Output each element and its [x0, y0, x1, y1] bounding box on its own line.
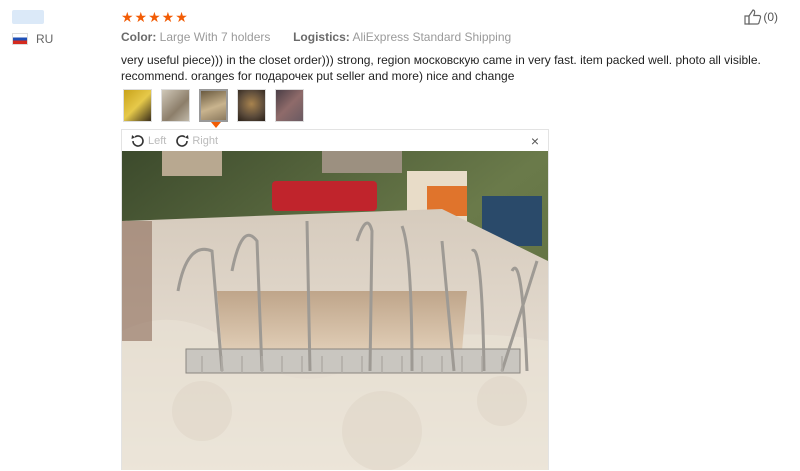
rotate-right-button[interactable]: Right [174, 133, 218, 149]
rotate-left-label: Left [148, 134, 167, 147]
review-text: very useful piece))) in the closet order… [121, 53, 761, 83]
color-value: Large With 7 holders [159, 30, 271, 44]
photo-thumbnails [123, 89, 304, 128]
logistics-value: AliExpress Standard Shipping [352, 30, 512, 44]
russia-flag-icon [12, 33, 28, 45]
photo-thumbnail[interactable] [123, 89, 152, 122]
order-info: Color: Large With 7 holders Logistics: A… [121, 30, 791, 44]
logistics-label: Logistics: [293, 30, 350, 44]
review-photo [122, 151, 548, 470]
photo-viewer: Left Right × [121, 129, 549, 470]
photo-thumbnail-selected[interactable] [199, 89, 228, 128]
reviewer-name-placeholder [12, 10, 44, 24]
color-label: Color: [121, 30, 157, 44]
reviewer-info: RU [12, 10, 102, 46]
photo-thumbnail[interactable] [161, 89, 190, 122]
rotate-right-label: Right [192, 134, 219, 147]
rotate-right-icon [176, 134, 189, 147]
photo-thumbnail[interactable] [237, 89, 266, 122]
country-code: RU [36, 32, 54, 46]
viewer-toolbar: Left Right [122, 130, 548, 151]
helpful-count: (0) [763, 10, 778, 24]
reviewer-country: RU [12, 32, 102, 46]
close-button[interactable]: × [531, 133, 539, 149]
star-rating: ★★★★★ [121, 9, 189, 25]
rotate-left-button[interactable]: Left [130, 133, 166, 149]
review-body: ★★★★★ Color: Large With 7 holders Logist… [121, 8, 791, 84]
rotate-left-icon [131, 134, 144, 147]
thumbs-up-icon [744, 9, 762, 25]
helpful-button[interactable]: (0) [743, 9, 778, 25]
dish-rack-photo [122, 151, 548, 470]
photo-thumbnail[interactable] [275, 89, 304, 122]
